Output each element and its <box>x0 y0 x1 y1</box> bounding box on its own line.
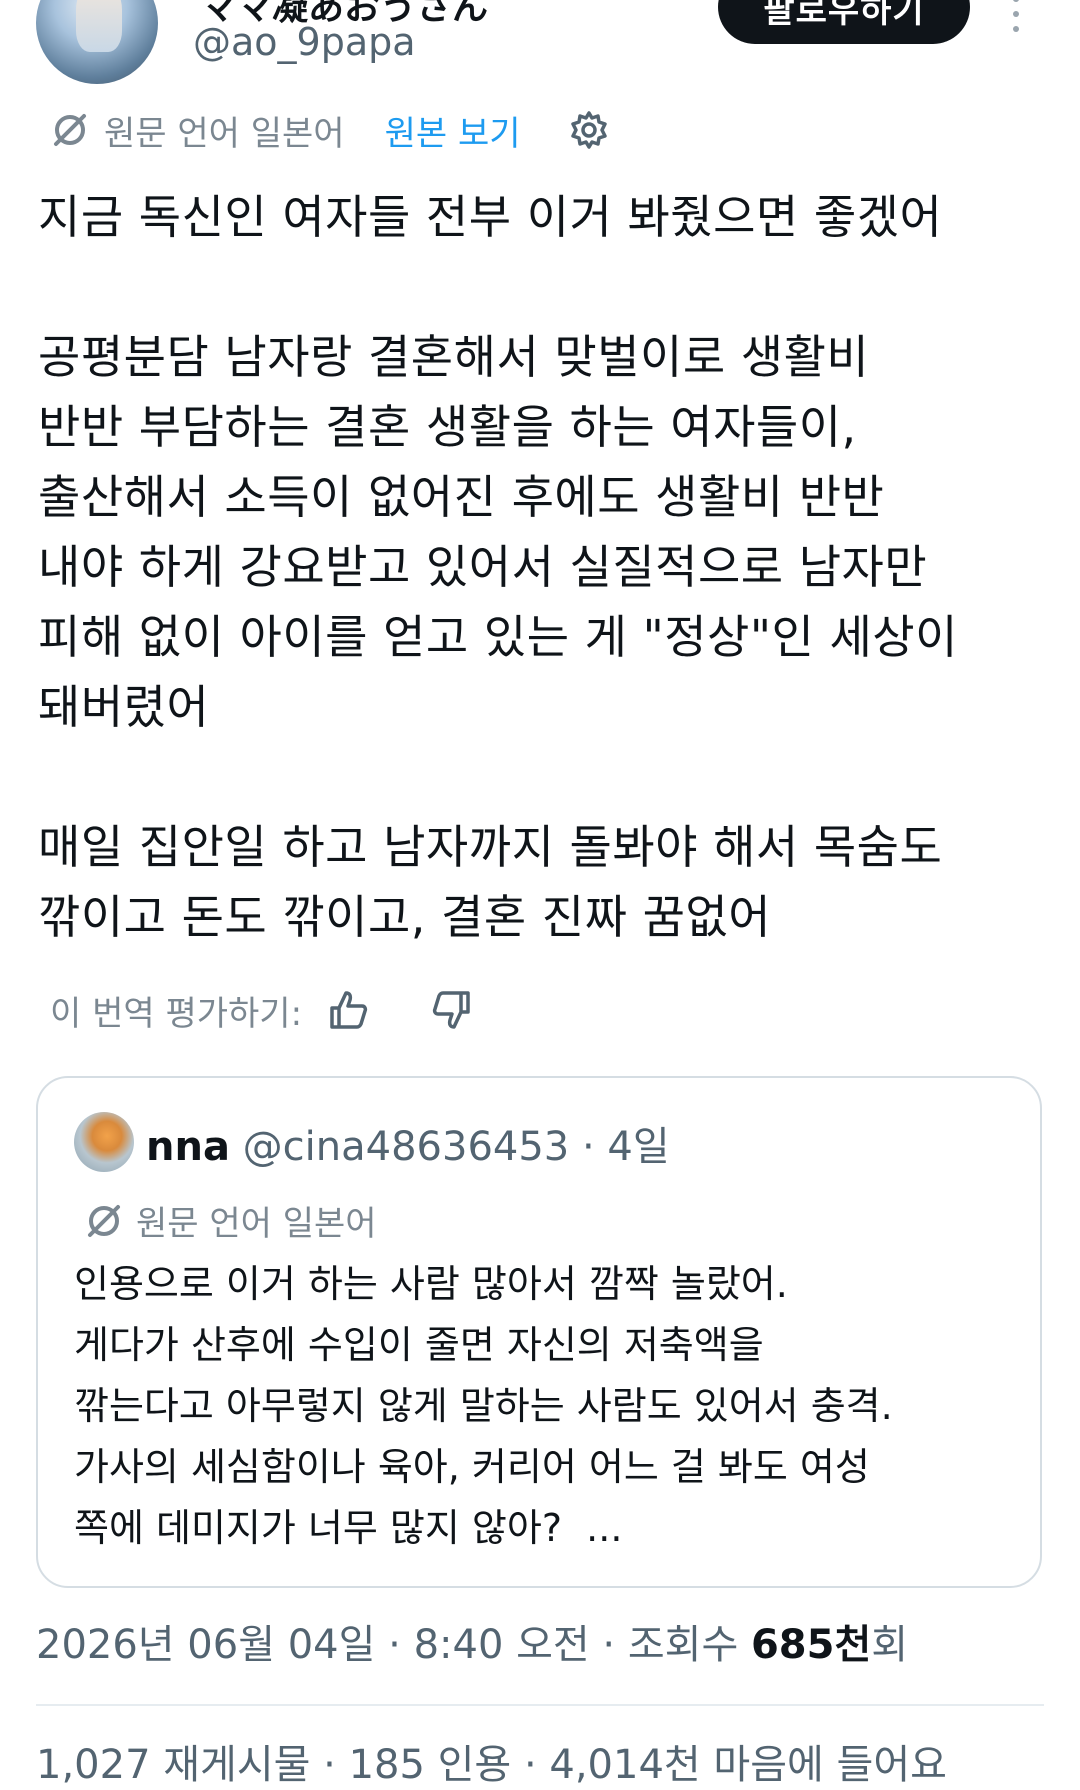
quoted-source-language-label: 원문 언어 일본어 <box>136 1204 377 1244</box>
source-language-label: 원문 언어 일본어 <box>104 113 345 154</box>
engagement-stats[interactable]: 1,027 재게시물 · 185 인용 · 4,014천 마음에 들어요 <box>36 1732 947 1790</box>
rate-translation-label: 이 번역 평가하기: <box>50 993 303 1034</box>
more-options-icon[interactable] <box>1006 0 1026 32</box>
thumbs-up-icon[interactable] <box>326 988 370 1032</box>
author-avatar[interactable] <box>36 0 158 84</box>
quoted-author-name[interactable]: nna <box>146 1124 230 1170</box>
quoted-tweet-header: nna @cina48636453 · 4일 <box>146 1114 670 1172</box>
tweet-meta: 2026년 06월 04일 · 8:40 오전 · 조회수 685천회 <box>36 1612 908 1670</box>
divider <box>36 1704 1044 1706</box>
tweet-text: 지금 독신인 여자들 전부 이거 봐줬으면 좋겠어 공평분담 남자랑 결혼해서 … <box>38 190 958 944</box>
view-original-link[interactable]: 원본 보기 <box>385 106 521 155</box>
quoted-translation-row: 원문 언어 일본어 <box>84 1196 377 1245</box>
quoted-tweet-text: 인용으로 이거 하는 사람 많아서 깜짝 놀랐어. 게다가 산후에 수입이 줄면… <box>74 1262 893 1550</box>
thumbs-down-icon[interactable] <box>430 988 474 1032</box>
view-count-suffix: 회 <box>871 1622 909 1668</box>
quoted-tweet-card[interactable]: nna @cina48636453 · 4일 원문 언어 일본어 인용으로 이거… <box>36 1076 1042 1588</box>
quoted-author-avatar[interactable] <box>74 1112 134 1172</box>
author-handle[interactable]: @ao_9papa <box>193 20 416 64</box>
translate-icon <box>54 114 86 146</box>
avatar-figure <box>76 0 122 52</box>
translate-icon <box>88 1204 120 1237</box>
quoted-author-handle-time: @cina48636453 · 4일 <box>242 1124 670 1170</box>
rate-translation-row: 이 번역 평가하기: <box>50 985 474 1035</box>
follow-button[interactable]: 팔로우하기 <box>718 0 970 44</box>
tweet-datetime[interactable]: 2026년 06월 04일 · 8:40 오전 · 조회수 <box>36 1622 751 1668</box>
translation-row: 원문 언어 일본어 원본 보기 <box>50 106 609 155</box>
view-count: 685천 <box>750 1622 872 1668</box>
gear-icon[interactable] <box>569 110 609 150</box>
